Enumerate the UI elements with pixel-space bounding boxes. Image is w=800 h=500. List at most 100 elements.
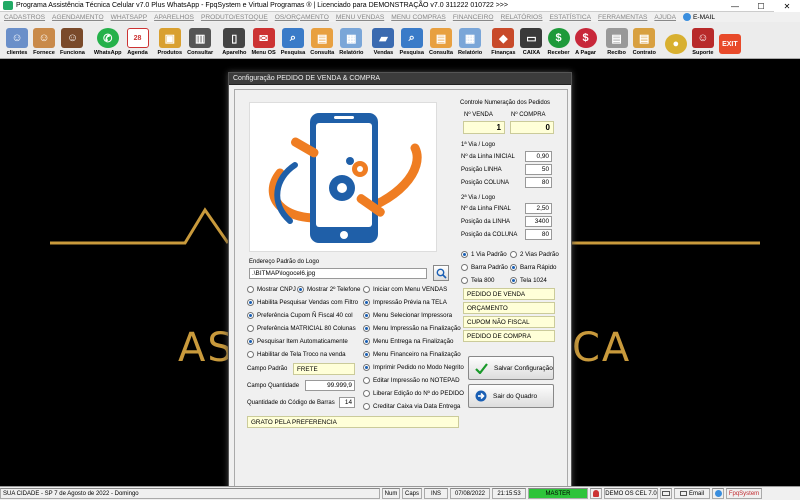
menu-aparelhos[interactable]: APARELHOS <box>154 14 194 21</box>
option-editar-notepad[interactable]: Editar Impressão no NOTEPAD <box>363 377 460 384</box>
contrato-button[interactable]: ▤ Contrato <box>631 23 658 58</box>
radio-indicator <box>461 277 468 284</box>
browse-logo-button[interactable] <box>433 265 449 281</box>
venda-number-field[interactable]: 1 <box>463 121 505 134</box>
menu-os-button[interactable]: ✉ Menu OS <box>249 23 277 58</box>
via2-linha-final-input[interactable]: 2,50 <box>525 203 552 214</box>
exit-arrow-icon <box>475 390 487 402</box>
pay-money-icon: $ <box>574 28 597 48</box>
menu-whatsapp[interactable]: WHATSAPP <box>111 14 148 21</box>
recibo-button[interactable]: ▤ Recibo <box>604 23 630 58</box>
radio-tela-1024[interactable]: Tela 1024 <box>510 277 547 284</box>
document-icon: ▤ <box>430 28 453 48</box>
menu-produto-estoque[interactable]: PRODUTO/ESTOQUE <box>201 14 268 21</box>
maximize-button[interactable]: ☐ <box>748 0 774 12</box>
option-pesquisar-filtro[interactable]: Habilita Pesquisar Vendas com Filtro <box>247 299 358 306</box>
doc-title-pedido-compra[interactable]: PEDIDO DE COMPRA <box>463 330 555 342</box>
menu-email[interactable]: E-MAIL <box>683 13 715 21</box>
via1-linha-inicial-input[interactable]: 0,90 <box>525 151 552 162</box>
menu-agendamento[interactable]: AGENDAMENTO <box>52 14 104 21</box>
footer-text-input[interactable]: GRATO PELA PREFERENCIA <box>247 416 459 428</box>
relatorio-vendas-button[interactable]: ▦ Relatório <box>456 23 484 58</box>
status-demo: DEMO OS CEL 7.0 <box>604 488 658 499</box>
suporte-button[interactable]: ☺ Suporte <box>690 23 716 58</box>
option-modo-negrito[interactable]: Imprimir Pedido no Modo Negrito <box>363 364 464 371</box>
option-tela-troco[interactable]: Habilitar de Tela Troco na venda <box>247 351 346 358</box>
close-button[interactable]: ✕ <box>774 0 800 12</box>
funciona-button[interactable]: ☺ Funciona <box>58 23 87 58</box>
vendas-button[interactable]: ▰ Vendas <box>370 23 396 58</box>
pesquisa-vendas-button[interactable]: ⌕ Pesquisa <box>397 23 426 58</box>
produtos-button[interactable]: ▣ Produtos <box>156 23 185 58</box>
radio-barra-rapido[interactable]: Barra Rápido <box>510 264 556 271</box>
a-pagar-button[interactable]: $ A Pagar <box>573 23 599 58</box>
option-menu-financeiro[interactable]: Menu Financeiro na Finalização <box>363 351 461 358</box>
window-controls: — ☐ ✕ <box>722 0 800 12</box>
option-mostrar-2-telefone[interactable]: Mostrar 2º Telefone <box>297 286 360 293</box>
consulta-os-button[interactable]: ▤ Consulta <box>308 23 336 58</box>
whatsapp-icon: ✆ <box>96 28 119 48</box>
campo-padrao-input[interactable]: FRETE <box>293 363 355 375</box>
logo-path-input[interactable]: .\BITMAP\logocel6.jpg <box>249 268 427 279</box>
save-config-button[interactable]: Salvar Configuração <box>468 356 554 380</box>
option-pesquisar-auto[interactable]: Pesquisar Item Automaticamente <box>247 338 348 345</box>
menu-relatorios[interactable]: RELATÓRIOS <box>501 14 543 21</box>
status-time: 21:15:53 <box>492 488 526 499</box>
option-liberar-edicao[interactable]: Liberar Edição do Nº do PEDIDO <box>363 390 464 397</box>
menu-estatistica[interactable]: ESTATÍSTICA <box>550 14 592 21</box>
option-impressao-previa[interactable]: Impressão Prévia na TELA <box>363 299 447 306</box>
option-mostrar-cnpj[interactable]: Mostrar CNPJ <box>247 286 296 293</box>
menu-compras[interactable]: MENU COMPRAS <box>391 14 446 21</box>
option-cupom-40[interactable]: Preferência Cupom Ñ Fiscal 40 col <box>247 312 353 319</box>
relatorio-os-button[interactable]: ▦ Relatório <box>337 23 365 58</box>
doc-title-pedido-venda[interactable]: PEDIDO DE VENDA <box>463 288 555 300</box>
clientes-button[interactable]: ☺ clientes <box>4 23 30 58</box>
via2-posicao-coluna-input[interactable]: 80 <box>525 229 552 240</box>
aparelho-button[interactable]: ▯ Aparelho <box>220 23 248 58</box>
agenda-button[interactable]: 28 Agenda <box>125 23 151 58</box>
consulta-vendas-button[interactable]: ▤ Consulta <box>427 23 455 58</box>
radio-indicator <box>461 251 468 258</box>
numeracao-title: Controle Numeração dos Pedidos <box>460 100 551 106</box>
radio-1-via[interactable]: 1 Via Padrão <box>461 251 507 258</box>
whatsapp-button[interactable]: ✆ WhatsApp <box>92 23 124 58</box>
via2-posicao-linha-input[interactable]: 3400 <box>525 216 552 227</box>
via1-posicao-coluna-input[interactable]: 80 <box>525 177 552 188</box>
campo-padrao-label: Campo Padrão <box>247 366 288 372</box>
option-matricial-80[interactable]: Preferência MATRICIAL 80 Colunas <box>247 325 356 332</box>
radio-2-vias[interactable]: 2 Vias Padrão <box>510 251 559 258</box>
caixa-button[interactable]: ▭ CAIXA <box>518 23 544 58</box>
menu-vendas[interactable]: MENU VENDAS <box>336 14 384 21</box>
compra-number-field[interactable]: 0 <box>510 121 554 134</box>
coins-button[interactable]: ● <box>663 23 689 58</box>
campo-quantidade-input[interactable]: 99.999,9 <box>305 380 355 391</box>
exit-dialog-button[interactable]: Sair do Quadro <box>468 384 554 408</box>
minimize-button[interactable]: — <box>722 0 748 12</box>
option-menu-entrega[interactable]: Menu Entrega na Finalização <box>363 338 454 345</box>
radio-tela-800[interactable]: Tela 800 <box>461 277 494 284</box>
pesquisa-os-button[interactable]: ⌕ Pesquisa <box>279 23 308 58</box>
doc-title-orcamento[interactable]: ORÇAMENTO <box>463 302 555 314</box>
option-selecionar-impressora[interactable]: Menu Selecionar Impressora <box>363 312 452 319</box>
option-creditar-caixa[interactable]: Creditar Caixa via Data Entrega <box>363 403 460 410</box>
menu-financeiro[interactable]: FINANCEIRO <box>453 14 494 21</box>
radio-indicator <box>247 286 254 293</box>
menu-os-orcamento[interactable]: OS/ORÇAMENTO <box>275 14 329 21</box>
menu-cadastros[interactable]: CADASTROS <box>4 14 45 21</box>
menu-ferramentas[interactable]: FERRAMENTAS <box>598 14 647 21</box>
fornece-button[interactable]: ☺ Fornece <box>31 23 57 58</box>
consultar-button[interactable]: ▥ Consultar <box>185 23 215 58</box>
via1-posicao-linha-input[interactable]: 50 <box>525 164 552 175</box>
option-menu-impressao[interactable]: Menu Impressão na Finalização <box>363 325 461 332</box>
dialog-body: Endereço Padrão do Logo .\BITMAP\logocel… <box>234 89 568 487</box>
radio-barra-padrao[interactable]: Barra Padrão <box>461 264 508 271</box>
financas-button[interactable]: ◆ Finanças <box>489 23 517 58</box>
qtd-codigo-barras-input[interactable]: 14 <box>339 397 355 408</box>
exit-button[interactable]: EXIT <box>717 23 743 58</box>
receber-button[interactable]: $ Receber <box>545 23 571 58</box>
status-email[interactable]: Email <box>674 488 710 499</box>
doc-title-cupom[interactable]: CUPOM NÃO FISCAL <box>463 316 555 328</box>
menu-ajuda[interactable]: AJUDA <box>654 14 676 21</box>
cash-register-icon: ▭ <box>520 28 543 48</box>
option-iniciar-vendas[interactable]: Iniciar com Menu VENDAS <box>363 286 447 293</box>
